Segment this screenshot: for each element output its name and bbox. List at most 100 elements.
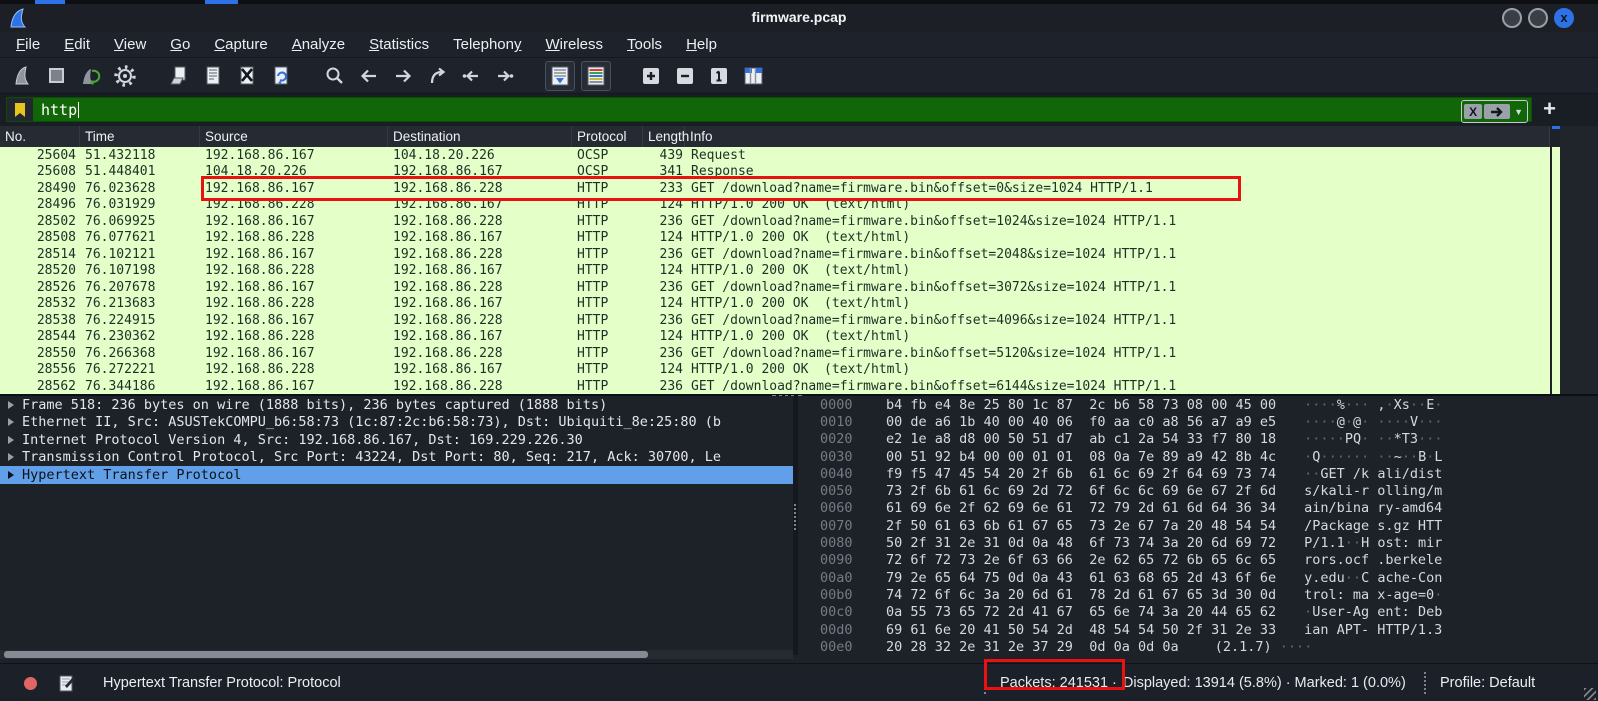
find-packet-icon[interactable] [321,62,349,90]
column-header-source[interactable]: Source [200,126,388,147]
open-file-icon[interactable] [165,62,193,90]
zoom-original-icon[interactable] [705,62,733,90]
cell-src: 192.168.86.167 [200,181,388,196]
minimize-button[interactable] [1502,8,1522,28]
expand-arrow-icon[interactable] [8,401,14,409]
menu-item-statistics[interactable]: Statistics [357,34,441,55]
packet-row[interactable]: 2850876.077621192.168.86.228192.168.86.1… [0,230,1550,247]
hex-row[interactable]: 0020e2 1e a8 d8 00 50 51 d7 ab c1 2a 54 … [798,431,1598,448]
add-filter-button[interactable]: + [1543,96,1556,122]
detail-row[interactable]: Internet Protocol Version 4, Src: 192.16… [0,431,793,449]
displayed-marked-count: Displayed: 13914 (5.8%) · Marked: 1 (0.0… [1123,675,1406,691]
packet-row[interactable]: 2851476.102121192.168.86.167192.168.86.2… [0,246,1550,263]
packet-row[interactable]: 2853876.224915192.168.86.167192.168.86.2… [0,312,1550,329]
column-header-no[interactable]: No. [0,126,80,147]
filter-clear-button[interactable]: X [1464,104,1482,119]
hex-offset: 0060 [820,500,862,516]
expand-arrow-icon[interactable] [8,471,14,479]
go-to-packet-icon[interactable] [423,62,451,90]
expand-arrow-icon[interactable] [8,453,14,461]
close-file-icon[interactable] [233,62,261,90]
details-hscrollbar-thumb[interactable] [4,651,648,658]
maximize-button[interactable] [1528,8,1548,28]
detail-row[interactable]: Hypertext Transfer Protocol [0,466,793,484]
filter-bookmark-button[interactable] [7,98,33,121]
expand-arrow-icon[interactable] [8,418,14,426]
colorize-icon[interactable] [581,61,611,91]
menu-item-analyze[interactable]: Analyze [280,34,357,55]
packet-row[interactable]: 2855076.266368192.168.86.167192.168.86.2… [0,345,1550,362]
expert-info-icon[interactable] [24,677,37,690]
hex-row[interactable]: 00a079 2e 65 64 75 0d 0a 43 61 63 68 65 … [798,569,1598,586]
hex-row[interactable]: 00b074 72 6f 6c 3a 20 6d 61 78 2d 61 67 … [798,586,1598,603]
column-header-time[interactable]: Time [80,126,200,147]
menu-item-edit[interactable]: Edit [52,34,102,55]
zoom-out-icon[interactable] [671,62,699,90]
start-capture-icon[interactable] [9,62,37,90]
profile-label[interactable]: Profile: Default [1440,675,1535,691]
close-button[interactable]: x [1554,8,1574,28]
packet-row[interactable]: 2849076.023628192.168.86.167192.168.86.2… [0,180,1550,197]
column-header-length[interactable]: Length [643,126,685,147]
packet-row[interactable]: 2560451.432118192.168.86.167104.18.20.22… [0,147,1550,164]
reload-file-icon[interactable] [267,62,295,90]
menu-item-telephony[interactable]: Telephony [441,34,533,55]
menu-item-go[interactable]: Go [158,34,202,55]
go-first-packet-icon[interactable] [457,62,485,90]
go-last-packet-icon[interactable] [491,62,519,90]
menu-item-tools[interactable]: Tools [615,34,674,55]
zoom-in-icon[interactable] [637,62,665,90]
hex-row[interactable]: 00c00a 55 73 65 72 2d 41 67 65 6e 74 3a … [798,604,1598,621]
hex-row[interactable]: 00d069 61 6e 20 41 50 54 2d 48 54 54 50 … [798,621,1598,638]
hex-row[interactable]: 005073 2f 6b 61 6c 69 2d 72 6f 6c 6c 69 … [798,482,1598,499]
hex-row[interactable]: 0040f9 f5 47 45 54 20 2f 6b 61 6c 69 2f … [798,465,1598,482]
hex-row[interactable]: 00702f 50 61 63 6b 61 67 65 73 2e 67 7a … [798,517,1598,534]
packet-list-scrollbar[interactable] [1560,126,1598,394]
detail-row[interactable]: Ethernet II, Src: ASUSTekCOMPU_b6:58:73 … [0,414,793,432]
capture-options-icon[interactable] [111,62,139,90]
hex-row[interactable]: 006061 69 6e 2f 62 69 6e 61 72 79 2d 61 … [798,500,1598,517]
packet-row[interactable]: 2855676.272221192.168.86.228192.168.86.1… [0,362,1550,379]
go-forward-icon[interactable] [389,62,417,90]
hex-row[interactable]: 008050 2f 31 2e 31 0d 0a 48 6f 73 74 3a … [798,534,1598,551]
packet-row[interactable]: 2852076.107198192.168.86.228192.168.86.1… [0,263,1550,280]
resize-columns-icon[interactable] [739,62,767,90]
packet-row[interactable]: 2856276.344186192.168.86.167192.168.86.2… [0,378,1550,394]
hex-row[interactable]: 003000 51 92 b4 00 00 01 01 08 0a 7e 89 … [798,448,1598,465]
menu-item-capture[interactable]: Capture [202,34,279,55]
packet-list-minimap[interactable] [1552,147,1560,394]
packet-row[interactable]: 2849676.031929192.168.86.228192.168.86.1… [0,197,1550,214]
cell-proto: HTTP [572,362,643,377]
display-filter-input[interactable]: http X ▼ [6,97,1532,122]
chevron-down-icon[interactable]: ▼ [1514,107,1523,117]
window-resize-grip[interactable] [1584,688,1596,700]
hex-row[interactable]: 001000 de a6 1b 40 00 40 06 f0 aa c0 a8 … [798,413,1598,430]
hex-row[interactable]: 0000b4 fb e4 8e 25 80 1c 87 2c b6 58 73 … [798,396,1598,413]
save-file-icon[interactable] [199,62,227,90]
expand-arrow-icon[interactable] [8,436,14,444]
packet-row[interactable]: 2852676.207678192.168.86.167192.168.86.2… [0,279,1550,296]
column-header-destination[interactable]: Destination [388,126,572,147]
packet-row[interactable]: 2850276.069925192.168.86.167192.168.86.2… [0,213,1550,230]
menu-item-help[interactable]: Help [674,34,729,55]
auto-scroll-icon[interactable] [545,61,575,91]
detail-row[interactable]: Frame 518: 236 bytes on wire (1888 bits)… [0,396,793,414]
hex-bytes: 2f 50 61 63 6b 61 67 65 73 2e 67 7a 20 4… [886,518,1276,534]
capture-comment-icon[interactable] [59,674,75,692]
menu-item-wireless[interactable]: Wireless [534,34,616,55]
restart-capture-icon[interactable] [77,62,105,90]
filter-apply-button[interactable] [1484,104,1510,119]
menu-item-file[interactable]: File [4,34,52,55]
hex-row[interactable]: 00e020 28 32 2e 31 2e 37 29 0d 0a 0d 0a … [798,638,1598,655]
packet-row[interactable]: 2853276.213683192.168.86.228192.168.86.1… [0,296,1550,313]
go-back-icon[interactable] [355,62,383,90]
details-hscrollbar[interactable] [0,650,793,659]
stop-capture-icon[interactable] [43,62,71,90]
menu-item-view[interactable]: View [102,34,158,55]
column-header-info[interactable]: Info [685,126,1550,147]
packet-row[interactable]: 2560851.448401104.18.20.226192.168.86.16… [0,164,1550,181]
detail-row[interactable]: Transmission Control Protocol, Src Port:… [0,449,793,467]
column-header-protocol[interactable]: Protocol [572,126,643,147]
hex-row[interactable]: 009072 6f 72 73 2e 6f 63 66 2e 62 65 72 … [798,552,1598,569]
packet-row[interactable]: 2854476.230362192.168.86.228192.168.86.1… [0,329,1550,346]
